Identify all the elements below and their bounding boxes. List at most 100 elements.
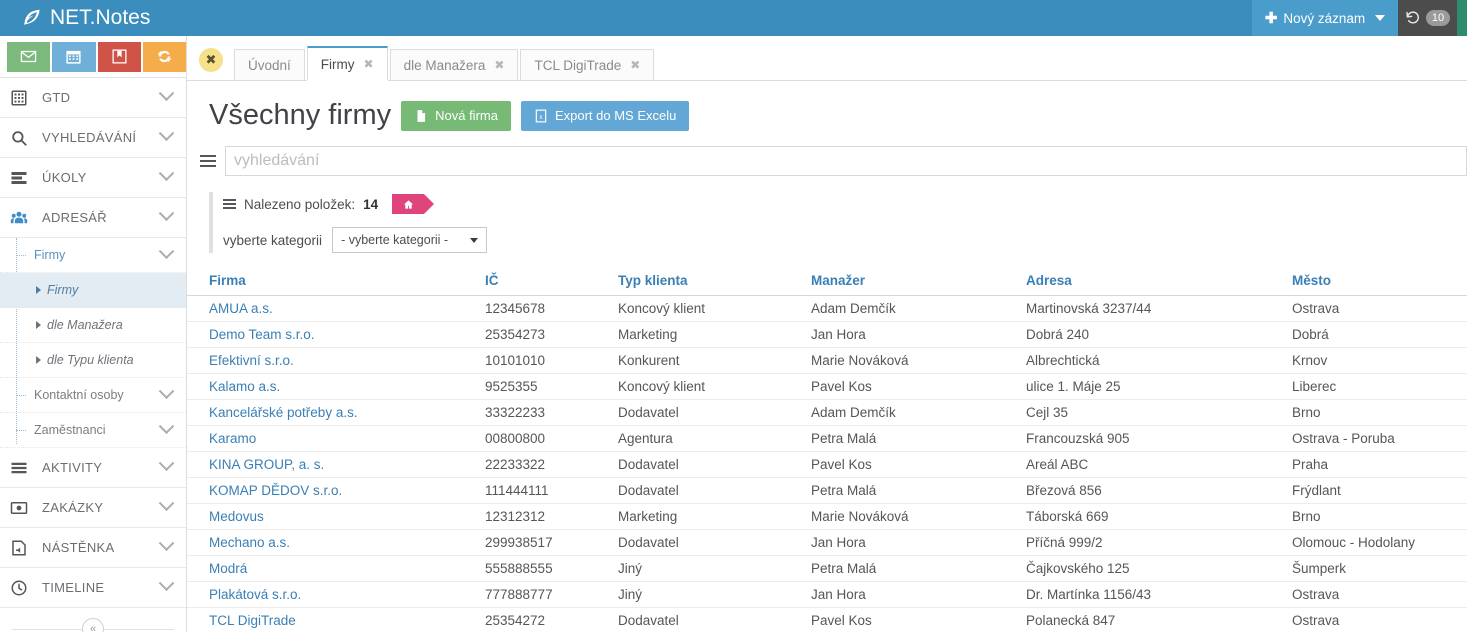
history-panel[interactable]: 10 [1398,0,1457,36]
tab-dle-manazera[interactable]: dle Manažera ✖ [389,49,519,80]
close-icon[interactable]: ✖ [364,57,374,71]
cell-firma[interactable]: Efektivní s.r.o. [187,347,485,374]
cell-firma[interactable]: Modrá [187,555,485,582]
column-header-ic[interactable]: IČ [485,267,618,296]
cell-typ-klienta: Dodavatel [618,399,811,426]
cell-firma[interactable]: Karamo [187,425,485,452]
sidebar-item-vyhledavani[interactable]: VYHLEDÁVÁNÍ [0,118,186,158]
cell-firma[interactable]: Mechano a.s. [187,529,485,556]
company-link[interactable]: Medovus [209,509,264,524]
table-row[interactable]: AMUA a.s. 12345678 Koncový klient Adam Demč… [187,295,1467,322]
table-row[interactable]: Karamo 00800800 Agentura Petra Malá Francouz… [187,425,1467,452]
column-header-manazer[interactable]: Manažer [811,267,1026,296]
company-link[interactable]: TCL DigiTrade [209,613,296,628]
sidebar-item-aktivity[interactable]: AKTIVITY [0,448,186,488]
column-header-firma[interactable]: Firma [187,267,485,296]
table-row[interactable]: Modrá 555888555 Jiný Petra Malá Čajkovského … [187,555,1467,582]
tab-tcl-digitrade[interactable]: TCL DigiTrade ✖ [520,49,655,80]
bookmark-button[interactable] [97,41,141,72]
table-row[interactable]: Medovus 12312312 Marketing Marie Nováková Tá… [187,503,1467,530]
cell-ic: 9525355 [485,373,618,400]
company-link[interactable]: Kancelářské potřeby a.s. [209,405,358,420]
table-row[interactable]: Kalamo a.s. 9525355 Koncový klient Pavel Ko… [187,373,1467,400]
company-link[interactable]: Modrá [209,561,247,576]
cell-ic: 00800800 [485,425,618,452]
export-excel-button[interactable]: x Export do MS Excelu [520,100,690,131]
sidebar-item-ukoly[interactable]: ÚKOLY [0,158,186,198]
category-filter-row: vyberte kategorii - vyberte kategorii - [223,227,1467,253]
table-row[interactable]: Kancelářské potřeby a.s. 33322233 Dodavate… [187,399,1467,426]
sidebar-item-label: ÚKOLY [42,170,87,185]
company-link[interactable]: Kalamo a.s. [209,379,280,394]
cell-firma[interactable]: Kalamo a.s. [187,373,485,400]
tab-firmy[interactable]: Firmy ✖ [306,46,388,80]
cell-firma[interactable]: KOMAP DĚDOV s.r.o. [187,477,485,504]
found-count: 14 [363,196,379,212]
table-row[interactable]: Mechano a.s. 299938517 Dodavatel Jan Hora Př… [187,529,1467,556]
company-link[interactable]: Karamo [209,431,256,446]
sidebar-subitem-firmy[interactable]: Firmy [0,238,186,273]
table-header-row: Firma IČ Typ klienta Manažer Adresa Měst… [187,267,1467,296]
cell-firma[interactable]: TCL DigiTrade [187,607,485,632]
sidebar-item-timeline[interactable]: TIMELINE [0,568,186,608]
sidebar-item-adresar[interactable]: ADRESÁŘ [0,198,186,238]
search-input[interactable] [225,146,1467,176]
menu-icon[interactable] [200,155,216,167]
column-header-mesto[interactable]: Město [1292,267,1467,296]
company-link[interactable]: AMUA a.s. [209,301,273,316]
company-link[interactable]: KOMAP DĚDOV s.r.o. [209,483,342,498]
list-icon [10,458,34,478]
table-row[interactable]: KINA GROUP, a. s. 22233322 Dodavatel Pavel … [187,451,1467,478]
cell-firma[interactable]: Kancelářské potřeby a.s. [187,399,485,426]
cell-adresa: Čajkovského 125 [1026,555,1292,582]
cell-typ-klienta: Marketing [618,503,811,530]
refresh-button[interactable] [142,41,186,72]
cell-firma[interactable]: KINA GROUP, a. s. [187,451,485,478]
column-header-adresa[interactable]: Adresa [1026,267,1292,296]
cell-mesto: Brno [1292,503,1467,530]
table-row[interactable]: Demo Team s.r.o. 25354273 Marketing Jan Hor… [187,321,1467,348]
table-row[interactable]: Plakátová s.r.o. 777888777 Jiný Jan Hora Dr.… [187,581,1467,608]
cell-firma[interactable]: AMUA a.s. [187,295,485,322]
sidebar-leaf-dle-manazera[interactable]: dle Manažera [0,308,186,343]
table-row[interactable]: TCL DigiTrade 25354272 Dodavatel Pavel Kos P… [187,607,1467,632]
grid-icon [10,88,34,108]
new-firm-button[interactable]: Nová firma [401,100,511,131]
cell-ic: 299938517 [485,529,618,556]
company-link[interactable]: Demo Team s.r.o. [209,327,315,342]
sidebar-item-gtd[interactable]: GTD [0,78,186,118]
company-link[interactable]: Mechano a.s. [209,535,290,550]
sidebar-subitem-kontaktni-osoby[interactable]: Kontaktní osoby [0,378,186,413]
tab-uvodni[interactable]: Úvodní [234,49,305,80]
column-header-typ-klienta[interactable]: Typ klienta [618,267,811,296]
cell-firma[interactable]: Demo Team s.r.o. [187,321,485,348]
cell-firma[interactable]: Medovus [187,503,485,530]
tab-label: Firmy [320,56,355,72]
sidebar-item-zakazky[interactable]: ZAKÁZKY [0,488,186,528]
cell-firma[interactable]: Plakátová s.r.o. [187,581,485,608]
table-row[interactable]: Efektivní s.r.o. 10101010 Konkurent Marie N… [187,347,1467,374]
new-record-button[interactable]: ✚ Nový záznam [1252,0,1398,36]
sidebar-subitem-zamestnanci[interactable]: Zaměstnanci [0,413,186,448]
cell-manazer: Marie Nováková [811,347,1026,374]
company-link[interactable]: Plakátová s.r.o. [209,587,301,602]
calendar-button[interactable] [52,41,96,72]
brand[interactable]: NET.Notes [22,0,150,36]
close-all-tabs-button[interactable]: ✖ [199,48,223,72]
company-link[interactable]: KINA GROUP, a. s. [209,457,324,472]
home-badge[interactable] [392,194,435,214]
company-link[interactable]: Efektivní s.r.o. [209,353,294,368]
sidebar-subitem-label: Zaměstnanci [34,423,106,437]
sidebar-leaf-dle-typu-klienta[interactable]: dle Typu klienta [0,343,186,378]
sidebar-leaf-firmy[interactable]: Firmy [0,273,186,308]
sidebar-item-nastenka[interactable]: NÁSTĚNKA [0,528,186,568]
table-row[interactable]: KOMAP DĚDOV s.r.o. 111444111 Dodavatel Petr… [187,477,1467,504]
menu-icon[interactable] [223,199,236,209]
chevron-double-left-icon[interactable]: « [82,618,104,632]
search-row [187,142,1467,176]
close-icon[interactable]: ✖ [494,58,504,72]
close-icon[interactable]: ✖ [630,58,640,72]
home-icon [403,199,414,210]
category-select[interactable]: - vyberte kategorii - [332,227,488,253]
mail-button[interactable] [7,41,51,72]
